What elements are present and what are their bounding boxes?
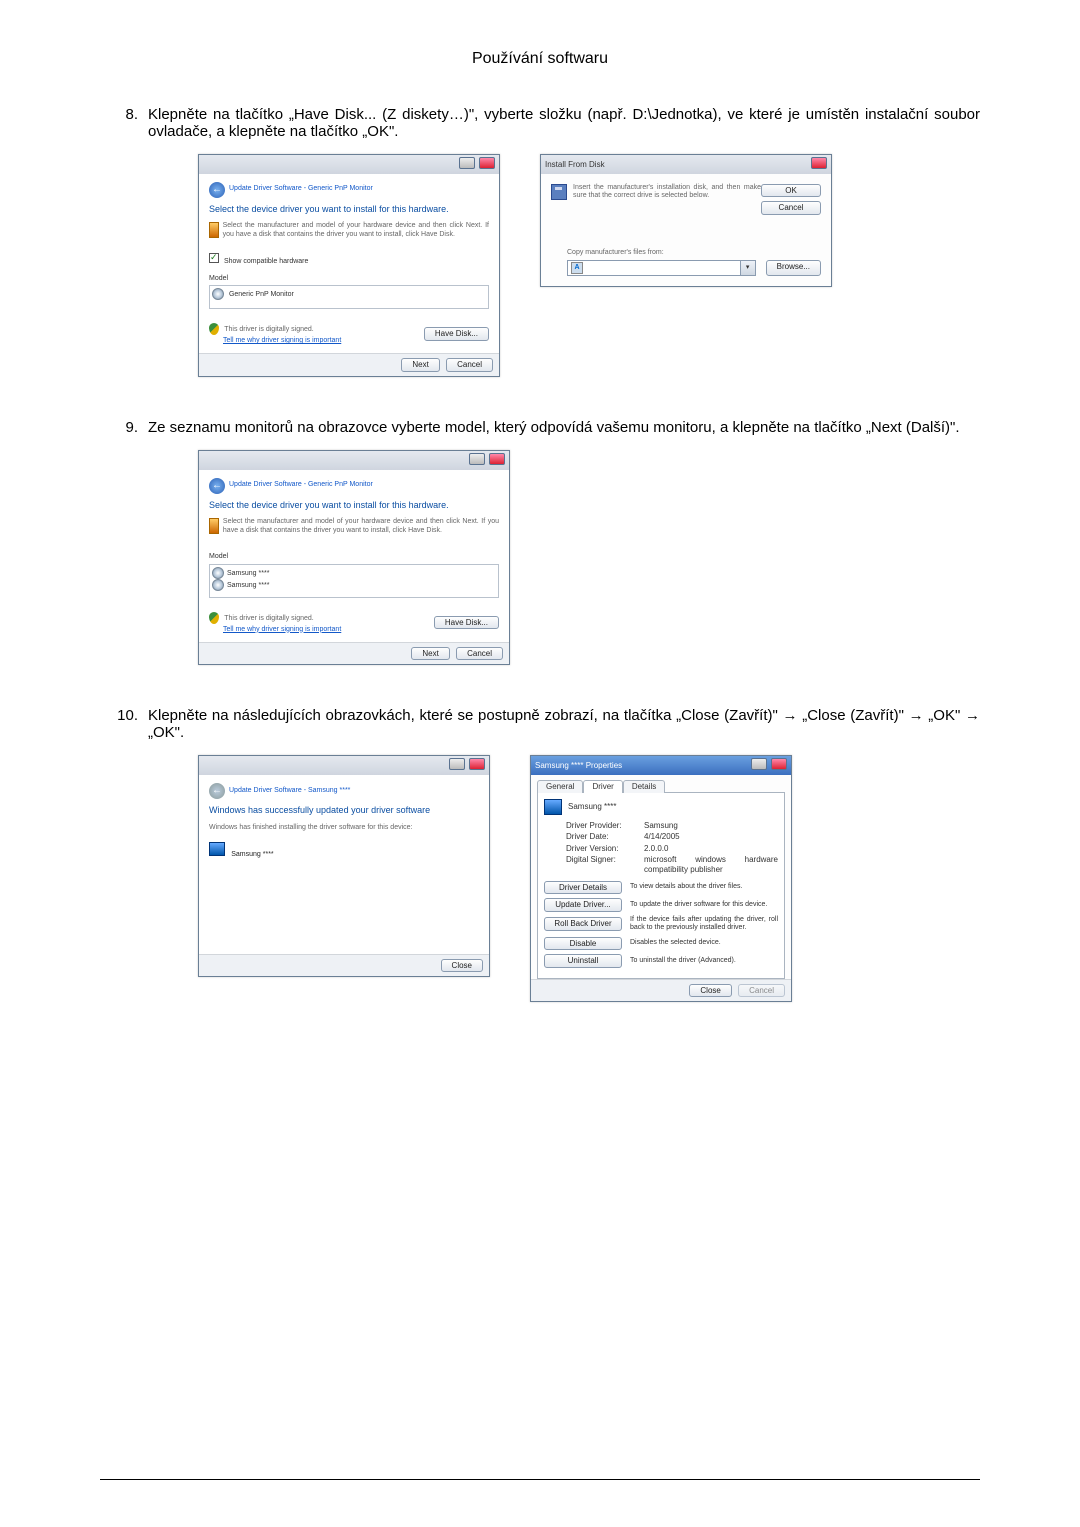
- have-disk-button[interactable]: Have Disk...: [424, 327, 489, 341]
- why-signing-link[interactable]: Tell me why driver signing is important: [223, 626, 341, 633]
- disc-icon: [212, 567, 224, 579]
- dialog-update-driver-select: ← Update Driver Software - Generic PnP M…: [198, 154, 500, 377]
- disable-button[interactable]: Disable: [544, 937, 622, 951]
- dialog-driver-properties: Samsung **** Properties GeneralDriverDet…: [530, 755, 792, 1002]
- prop-provider-v: Samsung: [644, 821, 778, 831]
- dialog-title: Samsung **** Properties: [535, 761, 622, 771]
- dialog-title: Install From Disk: [545, 160, 605, 170]
- close-icon[interactable]: [479, 157, 495, 169]
- back-icon[interactable]: ←: [209, 478, 225, 494]
- monitor-icon: [209, 842, 225, 856]
- disable-desc: Disables the selected device.: [630, 939, 778, 947]
- dialog-update-success: ← Update Driver Software - Samsung **** …: [198, 755, 490, 977]
- path-combo[interactable]: A ▾: [567, 260, 756, 276]
- cancel-button: Cancel: [738, 984, 785, 998]
- signed-text: This driver is digitally signed.: [224, 326, 313, 333]
- dialog-headline: Windows has successfully updated your dr…: [209, 805, 479, 816]
- update-driver-desc: To update the driver software for this d…: [630, 901, 778, 909]
- browse-button[interactable]: Browse...: [766, 260, 821, 276]
- tab-details[interactable]: Details: [623, 780, 665, 793]
- signed-text: This driver is digitally signed.: [224, 615, 313, 622]
- close-icon[interactable]: [489, 453, 505, 465]
- close-button[interactable]: Close: [689, 984, 731, 998]
- tab-driver[interactable]: Driver: [583, 780, 622, 793]
- rollback-driver-desc: If the device fails after updating the d…: [630, 916, 778, 933]
- chevron-down-icon[interactable]: ▾: [740, 261, 755, 275]
- install-disk-msg: Insert the manufacturer's installation d…: [573, 184, 761, 215]
- disc-icon: [212, 579, 224, 591]
- monitor-icon: [544, 799, 562, 815]
- model-item-2[interactable]: Samsung ****: [227, 581, 269, 588]
- back-icon: ←: [209, 783, 225, 799]
- dialog-note: Select the manufacturer and model of you…: [223, 518, 499, 535]
- drive-a-icon: A: [571, 262, 583, 274]
- rollback-driver-button[interactable]: Roll Back Driver: [544, 917, 622, 931]
- cancel-button[interactable]: Cancel: [761, 201, 821, 215]
- prop-version-v: 2.0.0.0: [644, 844, 778, 854]
- minimize-button[interactable]: [469, 453, 485, 465]
- minimize-button[interactable]: [449, 758, 465, 770]
- have-disk-button[interactable]: Have Disk...: [434, 616, 499, 630]
- back-icon[interactable]: ←: [209, 182, 225, 198]
- floppy-icon: [551, 184, 567, 200]
- uninstall-desc: To uninstall the driver (Advanced).: [630, 957, 778, 965]
- prop-version-k: Driver Version:: [566, 844, 644, 854]
- step-9-text: Ze seznamu monitorů na obrazovce vyberte…: [148, 419, 980, 436]
- ok-button[interactable]: OK: [761, 184, 821, 198]
- step-10-text: Klepněte na následujících obrazovkách, k…: [148, 707, 980, 741]
- dialog-note: Select the manufacturer and model of you…: [223, 222, 489, 239]
- driver-details-desc: To view details about the driver files.: [630, 883, 778, 891]
- model-label: Model: [209, 275, 489, 283]
- breadcrumb: Update Driver Software - Generic PnP Mon…: [229, 185, 373, 193]
- model-listbox[interactable]: Samsung **** Samsung ****: [209, 564, 499, 598]
- device-name: Samsung ****: [231, 851, 273, 858]
- dialog-select-model: ← Update Driver Software - Generic PnP M…: [198, 450, 510, 666]
- device-chip-icon: [209, 222, 219, 238]
- device-chip-icon: [209, 518, 219, 534]
- device-name: Samsung ****: [568, 802, 616, 812]
- step-8-text: Klepněte na tlačítko „Have Disk... (Z di…: [148, 106, 980, 140]
- step-10-number: 10.: [100, 707, 148, 1024]
- help-button[interactable]: [751, 758, 767, 770]
- update-driver-button[interactable]: Update Driver...: [544, 898, 622, 912]
- close-button[interactable]: Close: [441, 959, 483, 973]
- cancel-button[interactable]: Cancel: [456, 647, 503, 661]
- breadcrumb: Update Driver Software - Generic PnP Mon…: [229, 481, 373, 489]
- model-listbox[interactable]: Generic PnP Monitor: [209, 285, 489, 309]
- breadcrumb: Update Driver Software - Samsung ****: [229, 787, 350, 795]
- uninstall-button[interactable]: Uninstall: [544, 954, 622, 968]
- page-title: Používání softwaru: [100, 50, 980, 68]
- show-compatible-checkbox[interactable]: ✓: [209, 253, 219, 263]
- shield-icon: [209, 612, 219, 624]
- step-8-number: 8.: [100, 106, 148, 399]
- prop-date-k: Driver Date:: [566, 832, 644, 842]
- show-compatible-label: Show compatible hardware: [224, 258, 308, 265]
- dialog-note: Windows has finished installing the driv…: [209, 824, 479, 832]
- dialog-install-from-disk: Install From Disk Insert the manufacture…: [540, 154, 832, 287]
- tab-general[interactable]: General: [537, 780, 583, 793]
- next-button[interactable]: Next: [411, 647, 449, 661]
- shield-icon: [209, 323, 219, 335]
- model-item[interactable]: Generic PnP Monitor: [229, 291, 294, 298]
- step-9-number: 9.: [100, 419, 148, 688]
- next-button[interactable]: Next: [401, 358, 439, 372]
- cancel-button[interactable]: Cancel: [446, 358, 493, 372]
- dialog-headline: Select the device driver you want to ins…: [209, 204, 489, 215]
- prop-signer-k: Digital Signer:: [566, 855, 644, 874]
- copy-from-label: Copy manufacturer's files from:: [567, 249, 821, 257]
- disc-icon: [212, 288, 224, 300]
- footer-rule: [100, 1479, 980, 1480]
- driver-details-button[interactable]: Driver Details: [544, 881, 622, 895]
- why-signing-link[interactable]: Tell me why driver signing is important: [223, 337, 341, 344]
- model-item-1[interactable]: Samsung ****: [227, 569, 269, 576]
- close-icon[interactable]: [811, 157, 827, 169]
- close-icon[interactable]: [771, 758, 787, 770]
- minimize-button[interactable]: [459, 157, 475, 169]
- model-label: Model: [209, 553, 499, 561]
- prop-provider-k: Driver Provider:: [566, 821, 644, 831]
- prop-signer-v: microsoft windows hardware compatibility…: [644, 855, 778, 874]
- dialog-headline: Select the device driver you want to ins…: [209, 500, 499, 511]
- close-icon[interactable]: [469, 758, 485, 770]
- prop-date-v: 4/14/2005: [644, 832, 778, 842]
